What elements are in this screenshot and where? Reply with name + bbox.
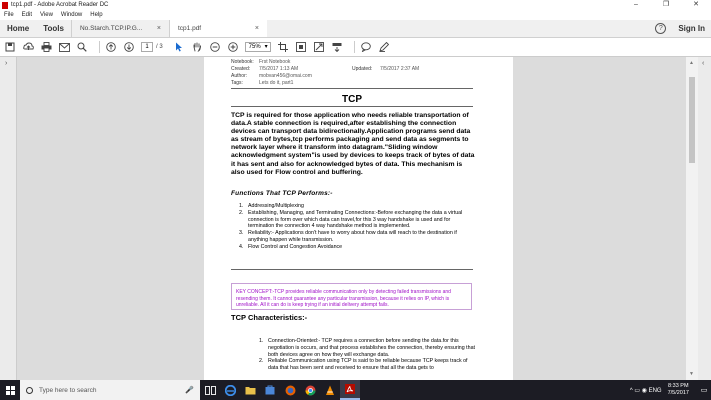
system-tray: ^ ▭ ◉ ENG 8:33 PM 7/5/2017 ▭ bbox=[630, 380, 711, 400]
action-center-icon[interactable]: ▭ bbox=[697, 380, 711, 400]
key-concept-box: KEY CONCEPT:-TCP provides reliable commu… bbox=[231, 283, 472, 310]
vertical-scrollbar[interactable]: ▲ ▼ bbox=[686, 57, 698, 380]
meta-created: Created: 7/5/2017 1:13 AM bbox=[231, 66, 299, 72]
page-number-input[interactable]: 1 bbox=[141, 42, 153, 52]
search-icon[interactable] bbox=[76, 41, 88, 53]
select-cursor-icon[interactable] bbox=[173, 41, 185, 53]
tab-document-label: tcp1.pdf bbox=[177, 25, 202, 32]
firefox-icon[interactable] bbox=[280, 380, 300, 400]
crop-icon[interactable] bbox=[277, 41, 289, 53]
save-icon[interactable] bbox=[4, 41, 16, 53]
vlc-icon[interactable] bbox=[320, 380, 340, 400]
clock-time: 8:33 PM bbox=[668, 383, 689, 389]
left-navigation-pane[interactable]: › bbox=[0, 57, 17, 380]
print-icon[interactable] bbox=[40, 41, 52, 53]
tab-home[interactable]: Home bbox=[0, 20, 36, 37]
toolbar: 1 / 3 75% bbox=[0, 38, 711, 57]
zoom-in-icon[interactable] bbox=[227, 41, 239, 53]
taskbar-search-box[interactable]: Type here to search 🎤 bbox=[20, 380, 200, 400]
meta-notebook: Notebook: Frst Notebook bbox=[231, 59, 291, 65]
previous-page-icon[interactable] bbox=[105, 41, 117, 53]
tab-bar: Home Tools No.Starch.TCP.IP.G... × tcp1.… bbox=[0, 20, 711, 38]
menu-window[interactable]: Window bbox=[61, 12, 82, 18]
taskbar-clock[interactable]: 8:33 PM 7/5/2017 bbox=[668, 383, 689, 397]
characteristics-heading: TCP Characteristics:- bbox=[231, 313, 308, 322]
windows-taskbar: Type here to search 🎤 ^ ▭ ◉ ENG 8:33 PM … bbox=[0, 380, 711, 400]
window-title: tcp1.pdf - Adobe Acrobat Reader DC bbox=[11, 2, 109, 8]
pen-icon[interactable] bbox=[378, 41, 390, 53]
clock-date: 7/5/2017 bbox=[667, 390, 689, 396]
tab-tools[interactable]: Tools bbox=[36, 20, 71, 37]
tab-document-tcp1[interactable]: tcp1.pdf × bbox=[168, 20, 267, 37]
tab-document-label: No.Starch.TCP.IP.G... bbox=[79, 25, 143, 32]
title-bar: tcp1.pdf - Adobe Acrobat Reader DC – ❐ ✕ bbox=[0, 0, 711, 10]
task-view-icon[interactable] bbox=[200, 380, 220, 400]
zoom-level-dropdown[interactable]: 75% bbox=[244, 42, 271, 52]
comment-icon[interactable] bbox=[360, 41, 372, 53]
cloud-upload-icon[interactable] bbox=[22, 41, 34, 53]
full-screen-icon[interactable] bbox=[313, 41, 325, 53]
characteristics-list: 1. Connection-Oriented:- TCP requires a c… bbox=[259, 338, 479, 372]
functions-heading: Functions That TCP Performs:- bbox=[231, 190, 333, 197]
pdf-page: Notebook: Frst Notebook Created: 7/5/2017 … bbox=[204, 57, 513, 380]
search-placeholder: Type here to search bbox=[39, 386, 97, 394]
close-tab-icon[interactable]: × bbox=[255, 25, 259, 32]
tray-icons[interactable]: ^ ▭ ◉ ENG bbox=[630, 387, 662, 394]
tab-bar-right: ? Sign In bbox=[655, 20, 711, 37]
scroll-down-icon[interactable]: ▼ bbox=[689, 371, 694, 377]
fit-page-icon[interactable] bbox=[295, 41, 307, 53]
maximize-button[interactable]: ❐ bbox=[651, 0, 681, 10]
store-icon[interactable] bbox=[260, 380, 280, 400]
expand-right-pane-icon[interactable]: ‹ bbox=[702, 60, 704, 67]
functions-list: 1. Addressing/Multiplexing 2. Establishing… bbox=[239, 203, 475, 251]
list-item: 3. Reliability:- Applications don't have … bbox=[239, 230, 457, 243]
menu-file[interactable]: File bbox=[4, 12, 14, 18]
menu-view[interactable]: View bbox=[40, 12, 53, 18]
window-controls: – ❐ ✕ bbox=[621, 0, 711, 10]
divider bbox=[231, 269, 473, 270]
toolbar-separator bbox=[99, 41, 100, 53]
close-button[interactable]: ✕ bbox=[681, 0, 711, 10]
scroll-up-icon[interactable]: ▲ bbox=[689, 60, 694, 66]
windows-logo-icon bbox=[5, 385, 15, 395]
microphone-icon[interactable]: 🎤 bbox=[185, 386, 194, 394]
list-item: 2. Reliable Communication using TCP is sa… bbox=[259, 358, 468, 372]
chrome-icon[interactable] bbox=[300, 380, 320, 400]
page-count: / 3 bbox=[156, 44, 163, 50]
sign-in-link[interactable]: Sign In bbox=[678, 24, 705, 33]
meta-tags: Tags: Lets do it, part1 bbox=[231, 80, 294, 86]
cortana-icon bbox=[26, 386, 33, 394]
list-item: 4. Flow Control and Congestion Avoidance bbox=[239, 243, 343, 250]
help-icon[interactable]: ? bbox=[655, 23, 667, 34]
intro-paragraph: TCP is required for those application wh… bbox=[231, 112, 475, 176]
email-icon[interactable] bbox=[58, 41, 70, 53]
file-explorer-icon[interactable] bbox=[240, 380, 260, 400]
acrobat-reader-taskbar-icon[interactable] bbox=[340, 380, 360, 400]
list-item: 1. Addressing/Multiplexing bbox=[239, 203, 304, 209]
minimize-button[interactable]: – bbox=[621, 0, 651, 10]
scrollbar-thumb[interactable] bbox=[689, 77, 695, 163]
divider bbox=[231, 106, 473, 107]
acrobat-app-icon bbox=[2, 1, 8, 9]
scroll-mode-icon[interactable] bbox=[331, 41, 343, 53]
meta-updated: Updated: 7/5/2017 2:37 AM bbox=[352, 66, 420, 72]
close-tab-icon[interactable]: × bbox=[157, 25, 161, 32]
meta-author: Author: mobvan456@omai.com bbox=[231, 73, 312, 79]
document-title: TCP bbox=[342, 94, 362, 105]
zoom-out-icon[interactable] bbox=[209, 41, 221, 53]
toolbar-separator bbox=[353, 41, 355, 53]
tab-document-tcpip-guide[interactable]: No.Starch.TCP.IP.G... × bbox=[70, 20, 169, 37]
menu-edit[interactable]: Edit bbox=[22, 12, 32, 18]
menu-help[interactable]: Help bbox=[90, 12, 102, 18]
divider bbox=[231, 88, 473, 89]
list-item: 1. Connection-Oriented:- TCP requires a c… bbox=[259, 338, 476, 358]
edge-browser-icon[interactable] bbox=[220, 380, 240, 400]
start-button[interactable] bbox=[0, 380, 20, 400]
hand-tool-icon[interactable] bbox=[191, 41, 203, 53]
right-tools-pane[interactable]: ‹ bbox=[698, 57, 711, 380]
list-item: 2. Establishing, Managing, and Terminatin… bbox=[239, 209, 463, 230]
menu-bar: File Edit View Window Help bbox=[0, 10, 711, 20]
expand-left-pane-icon[interactable]: › bbox=[5, 60, 7, 67]
next-page-icon[interactable] bbox=[123, 41, 135, 53]
